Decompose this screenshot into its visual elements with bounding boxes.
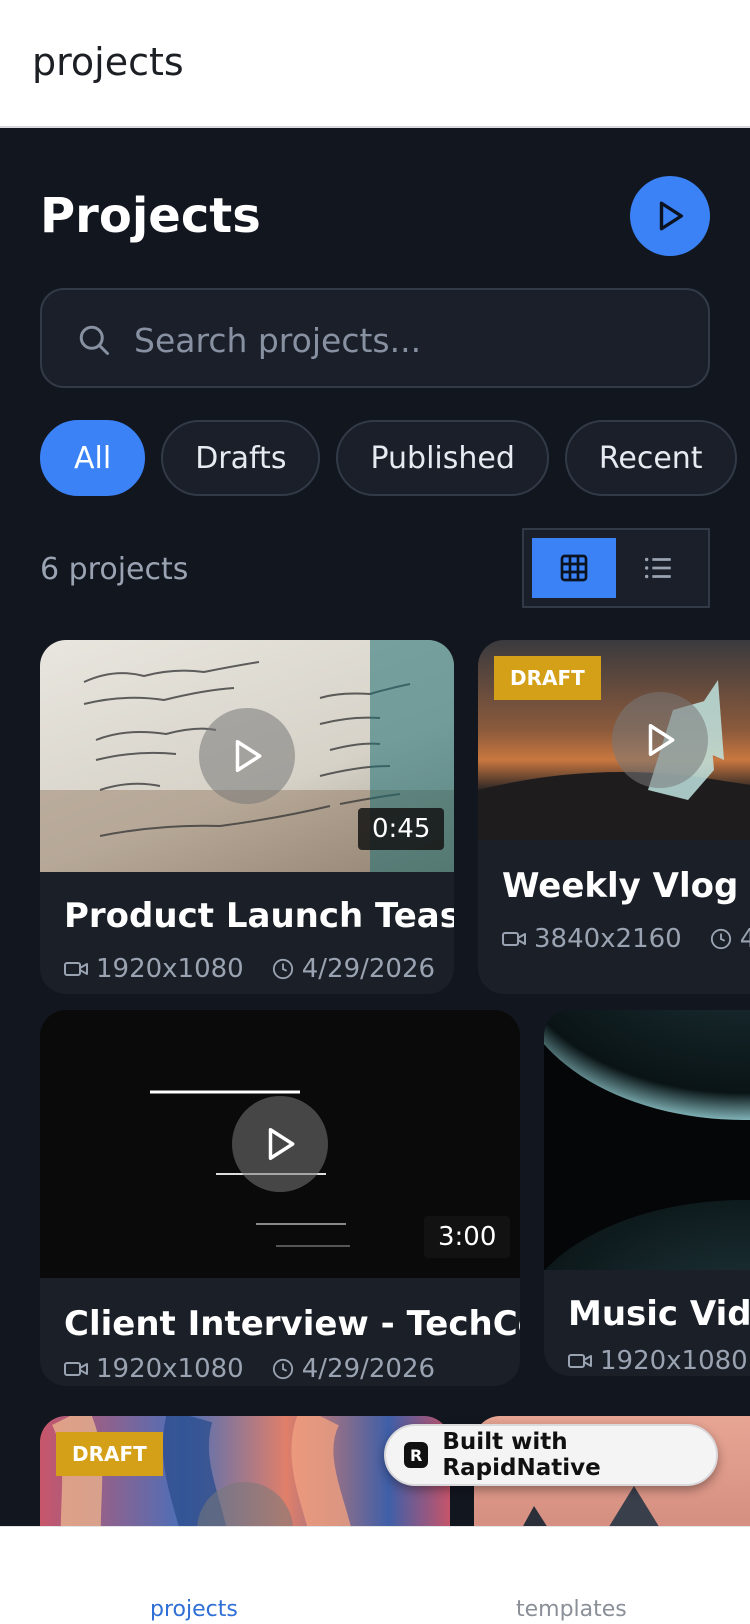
play-icon xyxy=(235,740,262,772)
filter-chip-recent[interactable]: Recent xyxy=(564,420,737,496)
built-with-text: Built with RapidNative xyxy=(442,1429,601,1481)
date-text: 4/29/2026 xyxy=(301,954,436,984)
duration-badge: 3:00 xyxy=(424,1216,511,1258)
project-card[interactable]: 3:00 Client Interview - TechCorp 1920x10… xyxy=(40,1010,520,1386)
draft-badge: DRAFT xyxy=(494,656,601,700)
draft-badge: DRAFT xyxy=(56,1432,163,1476)
project-thumbnail xyxy=(544,1010,750,1270)
built-with-badge[interactable]: R Built with RapidNative xyxy=(384,1424,718,1486)
search-input[interactable] xyxy=(134,312,674,368)
resolution-text: 1920x1080 xyxy=(96,1354,244,1384)
project-meta: 1920x1080 xyxy=(568,1346,750,1376)
date-text: 4/29/2026 xyxy=(739,924,750,954)
project-title: Music Video xyxy=(568,1294,750,1334)
view-toggle xyxy=(522,528,710,608)
abstract-sphere-thumbnail-art xyxy=(544,1010,750,1270)
project-thumbnail: 3:00 xyxy=(40,1010,520,1278)
top-bar-title: projects xyxy=(32,40,184,84)
tab-projects[interactable]: projects xyxy=(150,1597,238,1622)
project-meta: 1920x1080 4/29/2026 xyxy=(64,954,453,984)
project-card[interactable]: DRAFT Weekly Vlog #42 3840x2160 4/29/202… xyxy=(478,640,750,994)
project-card[interactable]: Music Video 1920x1080 xyxy=(544,1010,750,1376)
tab-templates[interactable]: templates xyxy=(516,1597,627,1622)
clock-icon xyxy=(272,1358,293,1380)
play-button[interactable] xyxy=(199,708,295,804)
filter-chip-all[interactable]: All xyxy=(40,420,146,496)
video-camera-icon xyxy=(502,932,526,946)
top-app-bar: projects xyxy=(0,0,750,128)
video-camera-icon xyxy=(64,1362,88,1376)
play-button[interactable] xyxy=(612,692,708,788)
project-card[interactable]: 0:45 Product Launch Teaser 1920x1080 4/2… xyxy=(40,640,454,994)
search-bar[interactable] xyxy=(40,288,710,388)
project-meta: 1920x1080 4/29/2026 xyxy=(64,1354,453,1384)
video-camera-icon xyxy=(568,1354,592,1368)
page-title: Projects xyxy=(40,188,261,244)
bottom-tab-bar: projects templates xyxy=(0,1526,750,1624)
grid-icon xyxy=(560,554,588,582)
resolution-text: 1920x1080 xyxy=(96,954,244,984)
play-icon xyxy=(659,201,684,231)
duration-badge: 0:45 xyxy=(358,808,445,850)
clock-icon xyxy=(272,958,293,980)
filter-chip-drafts[interactable]: Drafts xyxy=(161,420,321,496)
project-title: Product Launch Teaser xyxy=(64,896,454,936)
resolution-text: 3840x2160 xyxy=(534,924,682,954)
clock-icon xyxy=(710,928,731,950)
project-title: Client Interview - TechCorp xyxy=(64,1304,520,1344)
list-icon xyxy=(644,557,671,579)
video-camera-icon xyxy=(64,962,88,976)
play-icon xyxy=(648,724,675,756)
filter-chips: All Drafts Published Recent xyxy=(40,420,737,496)
new-project-button[interactable] xyxy=(630,176,710,256)
play-button[interactable] xyxy=(232,1096,328,1192)
projects-screen: Projects All Drafts Published Recent 6 p… xyxy=(0,128,750,1526)
project-meta: 3840x2160 4/29/2026 xyxy=(502,924,750,954)
grid-view-button[interactable] xyxy=(532,538,616,598)
rapidnative-logo-icon: R xyxy=(404,1442,429,1468)
list-view-button[interactable] xyxy=(616,538,700,598)
date-text: 4/29/2026 xyxy=(301,1354,436,1384)
project-count: 6 projects xyxy=(40,552,189,587)
resolution-text: 1920x1080 xyxy=(600,1346,748,1376)
project-thumbnail: 0:45 xyxy=(40,640,454,872)
play-icon xyxy=(268,1128,295,1160)
project-thumbnail: DRAFT xyxy=(478,640,750,840)
filter-chip-published[interactable]: Published xyxy=(336,420,549,496)
search-icon xyxy=(79,325,109,355)
project-title: Weekly Vlog #42 xyxy=(502,866,750,906)
